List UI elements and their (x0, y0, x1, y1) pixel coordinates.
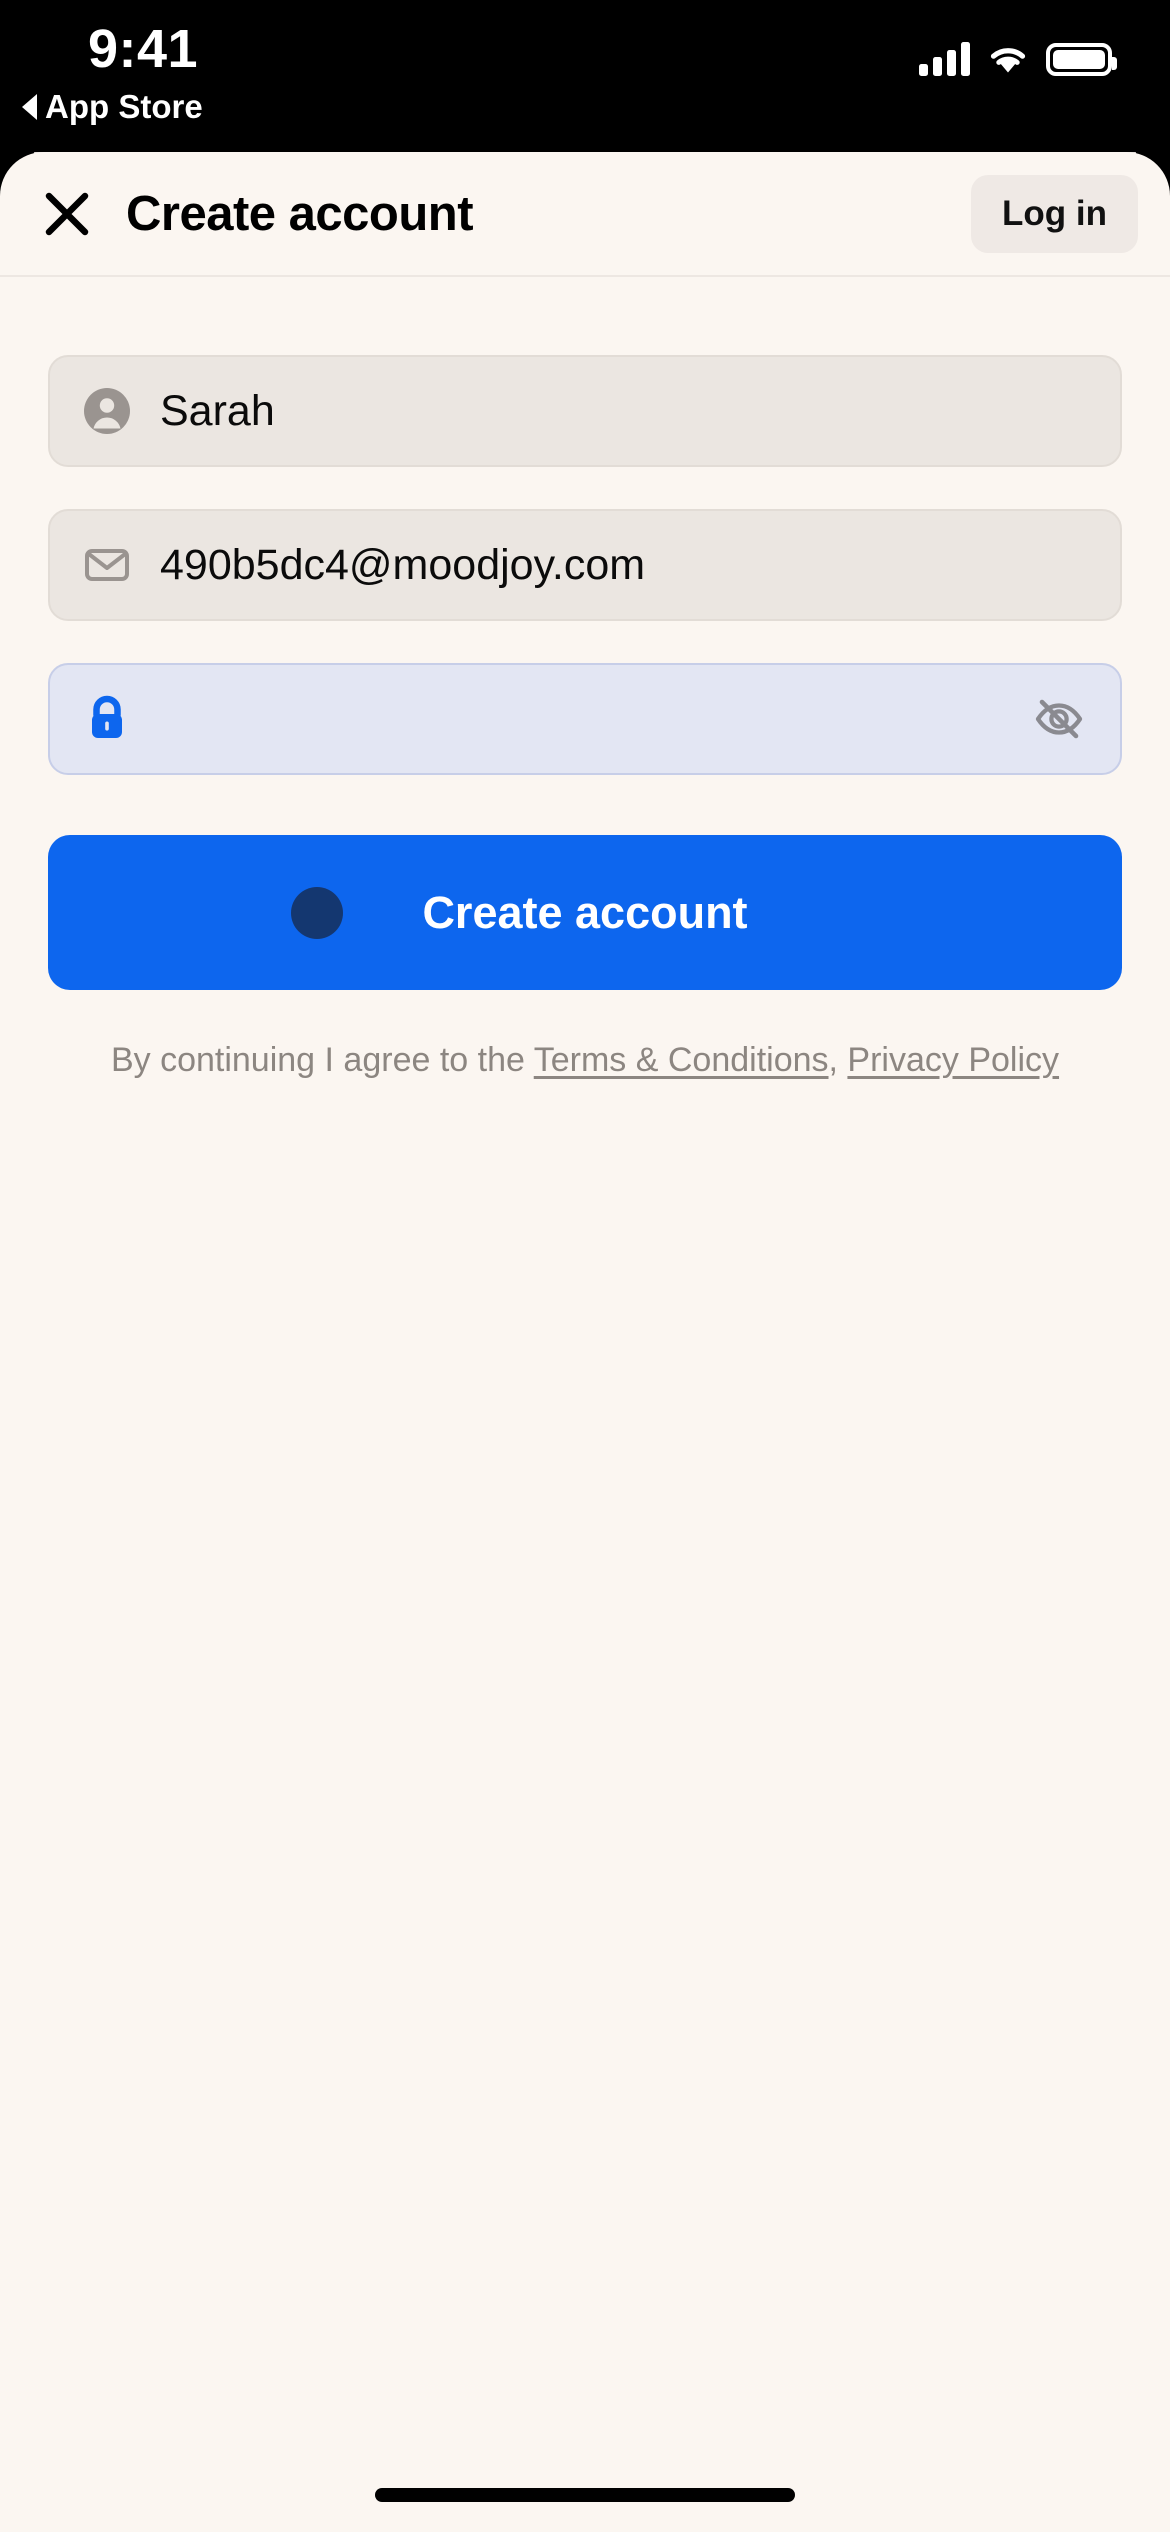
nav-bar: Create account Log in (0, 152, 1170, 277)
login-button[interactable]: Log in (971, 174, 1138, 253)
back-label: App Store (45, 88, 203, 125)
back-to-app-store[interactable]: App Store (22, 88, 203, 126)
status-bar-time: 9:41 (88, 19, 199, 79)
create-account-button-label: Create account (422, 886, 748, 938)
privacy-link[interactable]: Privacy Policy (847, 1041, 1059, 1079)
battery-icon (1046, 43, 1117, 76)
back-caret-icon (22, 94, 37, 120)
email-input[interactable]: 490b5dc4@moodjoy.com (48, 509, 1122, 621)
page-title: Create account (126, 186, 474, 241)
home-indicator[interactable] (375, 2488, 795, 2502)
name-input[interactable]: Sarah (48, 355, 1122, 467)
wifi-icon (987, 42, 1029, 76)
eye-off-icon[interactable] (1028, 688, 1090, 750)
legal-prefix: By continuing I agree to the (110, 1041, 534, 1079)
password-input[interactable] (48, 663, 1122, 775)
legal-disclaimer: By continuing I agree to the Terms & Con… (48, 1038, 1122, 1083)
status-bar-indicators (919, 42, 1117, 76)
cellular-signal-icon (919, 42, 970, 76)
close-button[interactable] (34, 181, 100, 247)
create-account-sheet: Create account Log in Sarah 490b5dc4@moo… (0, 152, 1170, 2532)
status-bar: 9:41 App Store (0, 0, 1170, 152)
person-icon (80, 384, 134, 438)
legal-separator: , (828, 1041, 848, 1079)
envelope-icon (80, 538, 134, 592)
phone-screen: 9:41 App Store Create account Log in Sar… (0, 0, 1170, 2532)
close-icon (45, 192, 89, 235)
tap-indicator (291, 887, 343, 939)
email-value: 490b5dc4@moodjoy.com (160, 540, 646, 589)
terms-link[interactable]: Terms & Conditions (534, 1041, 829, 1079)
signup-form: Sarah 490b5dc4@moodjoy.com Create accoun… (0, 355, 1170, 1083)
name-value: Sarah (160, 386, 275, 435)
lock-icon (80, 692, 134, 746)
create-account-button[interactable]: Create account (48, 835, 1122, 990)
